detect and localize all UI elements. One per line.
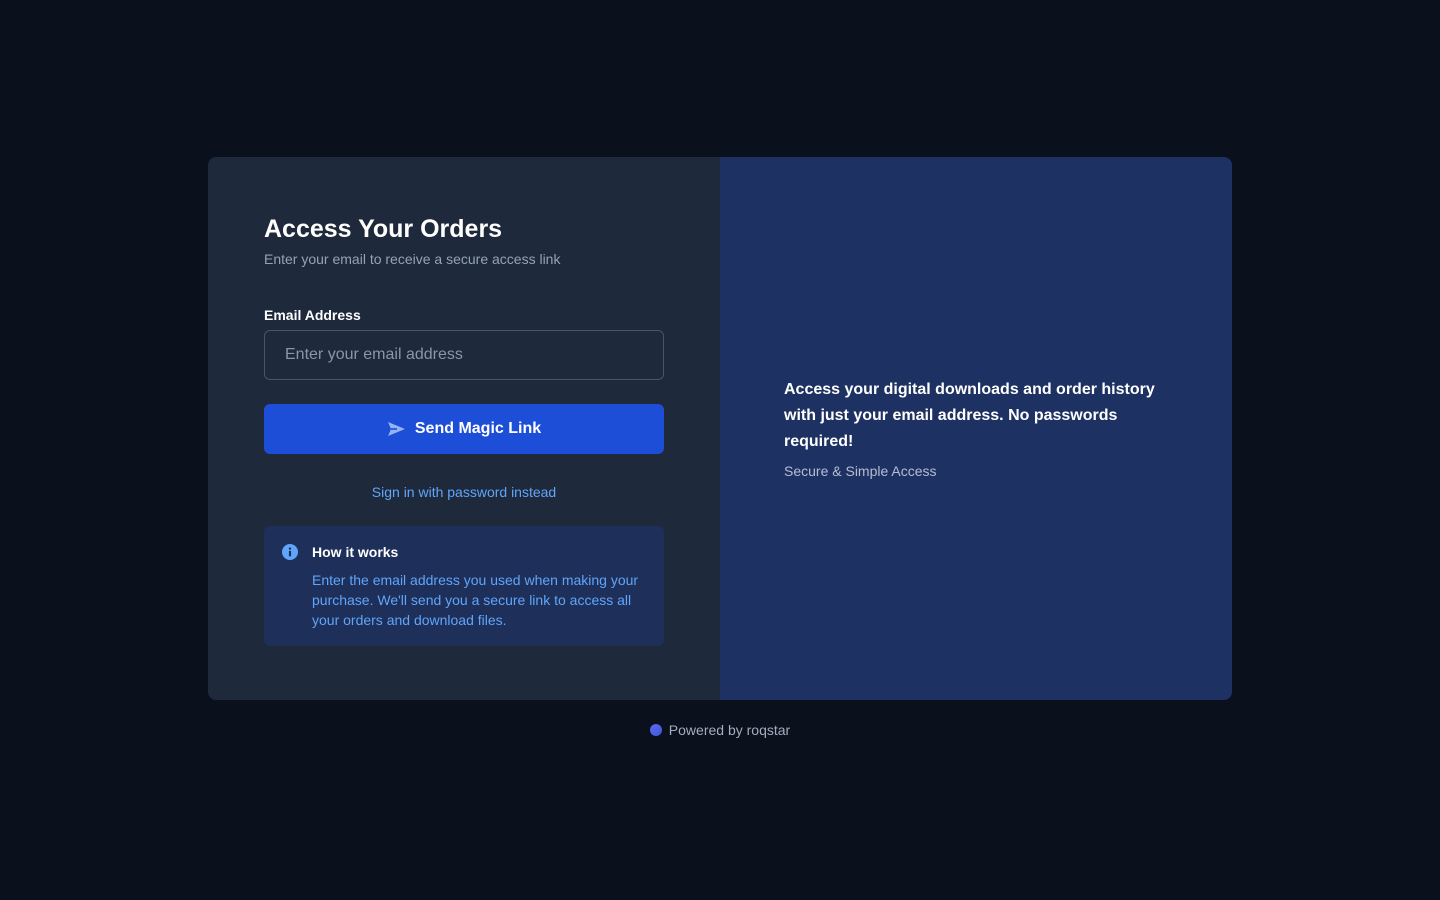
- send-magic-link-label: Send Magic Link: [414, 420, 542, 437]
- promo-tagline: Secure & Simple Access: [784, 462, 937, 479]
- send-icon: [387, 421, 406, 437]
- login-card: Access Your Orders Enter your email to r…: [208, 157, 1232, 700]
- info-text: Enter the email address you used when ma…: [312, 572, 639, 628]
- info-content: How it works Enter the email address you…: [312, 542, 648, 630]
- email-label: Email Address: [264, 307, 361, 323]
- how-it-works-box: How it works Enter the email address you…: [264, 526, 664, 646]
- page-subtitle: Enter your email to receive a secure acc…: [264, 251, 561, 267]
- roqstar-logo-icon: [649, 724, 662, 736]
- login-panel: Access Your Orders Enter your email to r…: [208, 157, 720, 700]
- footer: Powered by roqstar: [0, 720, 1440, 740]
- send-magic-link-button[interactable]: Send Magic Link: [264, 404, 664, 454]
- email-input[interactable]: [264, 330, 664, 380]
- password-signin-link[interactable]: Sign in with password instead: [264, 482, 664, 502]
- promo-panel: Access your digital downloads and order …: [720, 157, 1232, 700]
- info-title: How it works: [312, 544, 399, 560]
- page-title: Access Your Orders: [264, 215, 503, 243]
- info-icon: [282, 544, 298, 630]
- promo-text: Access your digital downloads and order …: [784, 380, 1155, 450]
- powered-by-text: Powered by roqstar: [668, 722, 791, 738]
